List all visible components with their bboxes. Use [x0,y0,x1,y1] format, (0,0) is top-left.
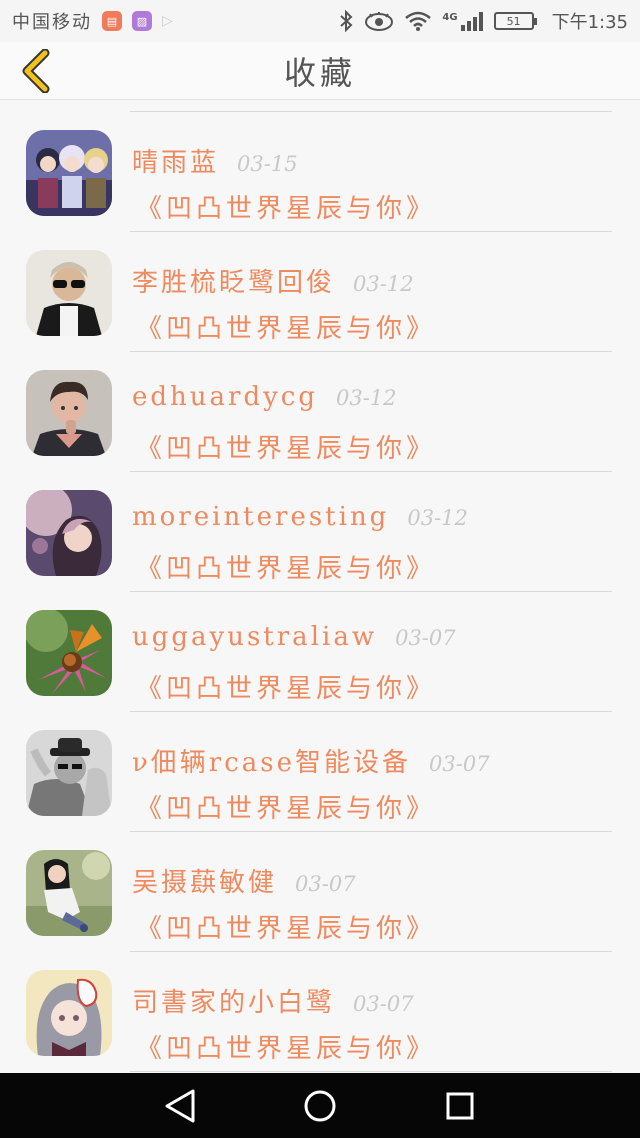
item-header: 晴雨蓝 03-15 [132,142,298,179]
home-circle-icon [304,1090,336,1121]
back-triangle-icon [165,1089,195,1122]
favorites-list[interactable]: 晴雨蓝 03-15 《凹凸世界星辰与你》 李胜梳眨鹭回俊 03-12 《凹凸世界… [0,100,640,1073]
status-bar: 中国移动 ▤ ▨ ▷ 4G 51 下午1:35 [0,0,640,42]
item-header: edhuardycg 03-12 [132,382,397,412]
recents-square-icon [446,1092,474,1119]
book-title: 《凹凸世界星辰与你》 [136,434,437,464]
app-red-icon: ▤ [102,11,122,31]
item-header: moreinteresting 03-12 [132,502,468,532]
bluetooth-icon [340,10,353,32]
butterfly-flower-avatar [26,610,112,696]
favorite-date: 03-07 [353,992,414,1016]
book-title: 《凹凸世界星辰与你》 [136,794,437,824]
nav-home-button[interactable] [295,1081,345,1131]
list-item[interactable]: moreinteresting 03-12 《凹凸世界星辰与你》 [0,472,640,592]
user-name: 吴摄蕻敏健 [132,868,278,898]
eye-icon [365,12,394,31]
item-header: uggayustraliaw 03-07 [132,622,456,652]
item-header: 吴摄蕻敏健 03-07 [132,862,356,899]
favorite-date: 03-12 [353,272,414,296]
title-bar: 收藏 [0,42,640,100]
user-name: uggayustraliaw [132,622,378,652]
chevron-left-icon [22,49,50,93]
user-name: ν佃辆rcase智能设备 [132,748,412,778]
user-name: moreinteresting [132,502,390,532]
book-title: 《凹凸世界星辰与你》 [136,1034,437,1064]
favorite-date: 03-15 [237,152,298,176]
wifi-icon [405,11,432,31]
nav-back-button[interactable] [155,1081,205,1131]
system-navigation-bar [0,1073,640,1138]
user-name: edhuardycg [132,382,318,412]
nav-recents-button[interactable] [435,1081,485,1131]
favorite-date: 03-07 [395,626,456,650]
divider [130,1071,612,1072]
user-name: 晴雨蓝 [132,148,220,178]
app-purple-icon: ▨ [132,11,152,31]
list-item[interactable]: edhuardycg 03-12 《凹凸世界星辰与你》 [0,352,640,472]
play-icon: ▷ [162,13,173,29]
list-item[interactable]: 李胜梳眨鹭回俊 03-12 《凹凸世界星辰与你》 [0,232,640,352]
list-item[interactable]: 司書家的小白鹭 03-07 《凹凸世界星辰与你》 [0,952,640,1072]
item-header: 李胜梳眨鹭回俊 03-12 [132,262,414,299]
back-button[interactable] [12,48,58,94]
favorite-date: 03-07 [295,872,356,896]
anime-group-avatar [26,130,112,216]
favorite-date: 03-12 [336,386,397,410]
book-title: 《凹凸世界星辰与你》 [136,194,437,224]
list-item[interactable]: uggayustraliaw 03-07 《凹凸世界星辰与你》 [0,592,640,712]
fantasy-girl-avatar [26,490,112,576]
carrier-label: 中国移动 [12,12,92,33]
list-item[interactable]: 吴摄蕻敏健 03-07 《凹凸世界星辰与你》 [0,832,640,952]
sunglasses-man-avatar [26,250,112,336]
list-item[interactable]: ν佃辆rcase智能设备 03-07 《凹凸世界星辰与你》 [0,712,640,832]
battery-level: 51 [506,14,521,28]
item-header: ν佃辆rcase智能设备 03-07 [132,742,490,779]
item-header: 司書家的小白鹭 03-07 [132,982,414,1019]
hat-man-avatar [26,730,112,816]
page-title: 收藏 [283,53,356,92]
book-title: 《凹凸世界星辰与你》 [136,674,437,704]
user-name: 司書家的小白鹭 [132,988,336,1018]
clock: 下午1:35 [551,12,628,33]
signal-icon [460,12,483,31]
user-name: 李胜梳眨鹭回俊 [132,268,336,298]
battery-icon: 51 [493,12,537,30]
network-type-label: 4G [442,12,458,23]
girl-outdoor-avatar [26,850,112,936]
book-title: 《凹凸世界星辰与你》 [136,914,437,944]
favorite-date: 03-07 [429,752,490,776]
young-man-avatar [26,370,112,456]
favorite-date: 03-12 [407,506,468,530]
list-item[interactable]: 晴雨蓝 03-15 《凹凸世界星辰与你》 [0,112,640,232]
book-title: 《凹凸世界星辰与你》 [136,314,437,344]
book-title: 《凹凸世界星辰与你》 [136,554,437,584]
masked-anime-girl-avatar [26,970,112,1056]
